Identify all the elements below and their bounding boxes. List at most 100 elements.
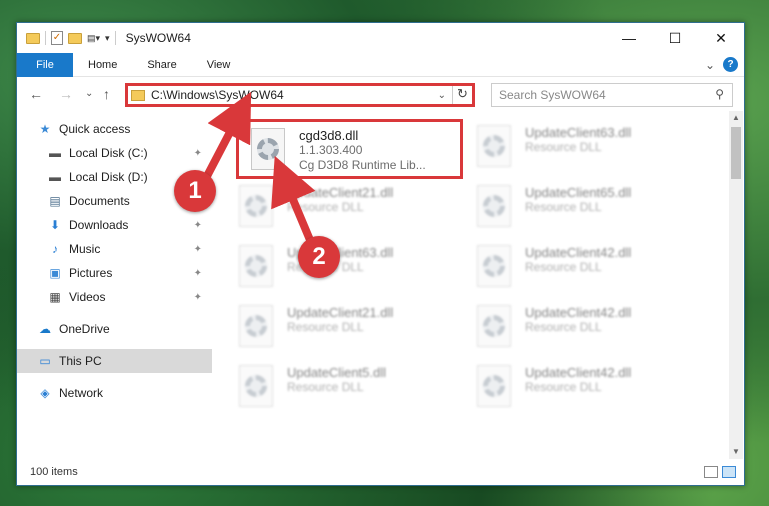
dll-file-icon [473, 365, 517, 409]
sidebar-item[interactable]: ★ Quick access [17, 117, 212, 141]
scroll-down-icon[interactable]: ▼ [729, 445, 743, 459]
ribbon-collapse-icon[interactable]: ⌄ [705, 58, 715, 72]
ribbon-tabs: File Home Share View ⌄ ? [17, 52, 744, 77]
vertical-scrollbar[interactable]: ▲ ▼ [729, 111, 743, 459]
pin-icon[interactable]: ✦ [194, 220, 202, 231]
new-folder-icon[interactable] [68, 32, 82, 44]
sidebar-item-label: This PC [59, 354, 102, 368]
file-detail: Resource DLL [525, 140, 602, 154]
tab-view[interactable]: View [192, 53, 246, 77]
scroll-thumb[interactable] [731, 127, 741, 179]
file-detail: Resource DLL [525, 320, 602, 334]
details-view-icon[interactable] [704, 466, 718, 478]
folder-icon [131, 89, 145, 101]
separator [114, 31, 116, 45]
sidebar-item-label: Local Disk (C:) [69, 146, 148, 160]
properties-icon[interactable]: ✓ [51, 31, 63, 45]
title-bar: ✓ ▤▾ ▾ SysWOW64 — ☐ ✕ [17, 23, 744, 53]
file-item[interactable]: UpdateClient5.dll Resource DLL [227, 359, 452, 415]
sidebar-item-label: Documents [69, 194, 130, 208]
video-icon: ▦ [49, 290, 61, 304]
status-bar: 100 items [17, 459, 744, 485]
pin-icon[interactable]: ✦ [194, 292, 202, 303]
search-icon[interactable]: ⚲ [715, 87, 724, 101]
back-button[interactable]: ← [29, 86, 43, 102]
tab-share[interactable]: Share [132, 53, 191, 77]
download-icon: ⬇ [49, 218, 61, 232]
recent-locations-button[interactable]: ⌄ [85, 88, 93, 99]
navigation-bar: ← → ⌄ ↑ C:\Windows\SysWOW64 ⌄ ↻ Search S… [17, 81, 744, 109]
file-name: UpdateClient21.dll [287, 185, 394, 200]
file-name: UpdateClient21.dll [287, 305, 394, 320]
sidebar-item-label: Pictures [69, 266, 113, 280]
network-icon: ◈ [40, 386, 50, 400]
file-item[interactable]: UpdateClient21.dll Resource DLL [227, 299, 452, 355]
cloud-icon: ☁ [39, 322, 51, 336]
file-name: UpdateClient42.dll [525, 365, 632, 380]
file-item[interactable]: UpdateClient65.dll Resource DLL [465, 179, 690, 235]
quick-access-toolbar: ✓ ▤▾ ▾ [17, 31, 116, 45]
close-button[interactable]: ✕ [698, 23, 744, 53]
sidebar-item[interactable]: ▦ Videos ✦ [17, 285, 212, 309]
file-name: UpdateClient65.dll [525, 185, 632, 200]
sidebar-item-label: Downloads [69, 218, 129, 232]
tab-file[interactable]: File [17, 52, 73, 77]
pin-icon[interactable]: ✦ [194, 244, 202, 255]
address-bar[interactable]: C:\Windows\SysWOW64 ⌄ ↻ [125, 83, 475, 107]
sidebar-item-label: OneDrive [59, 322, 110, 336]
file-item[interactable]: UpdateClient42.dll Resource DLL [465, 239, 690, 295]
address-path[interactable]: C:\Windows\SysWOW64 [151, 88, 438, 102]
help-icon[interactable]: ? [723, 57, 738, 72]
sidebar-item-label: Local Disk (D:) [69, 170, 148, 184]
file-name: cgd3d8.dll [299, 128, 359, 143]
highlighted-file[interactable]: cgd3d8.dll 1.1.303.400 Cg D3D8 Runtime Lib… [236, 119, 463, 179]
file-name: UpdateClient63.dll [525, 125, 632, 140]
file-item[interactable]: cgd3d8.dll 1.1.303.400 Cg D3D8 Runtime Lib… [239, 122, 464, 178]
up-button[interactable]: ↑ [103, 86, 110, 102]
file-item[interactable]: UpdateClient63.dllResource DLL [227, 239, 452, 295]
sidebar-item[interactable]: ♪ Music ✦ [17, 237, 212, 261]
explorer-window: ✓ ▤▾ ▾ SysWOW64 — ☐ ✕ File Home Share Vi… [16, 22, 745, 486]
step-badge-2: 2 [298, 236, 340, 278]
dll-file-icon [473, 125, 517, 169]
customize-toolbar-icon[interactable]: ▤▾ [87, 33, 100, 44]
sidebar-item[interactable]: ▬ Local Disk (C:) ✦ [17, 141, 212, 165]
folder-icon[interactable] [26, 32, 40, 44]
toolbar-dropdown-icon[interactable]: ▾ [105, 33, 110, 44]
file-detail: 1.1.303.400 [299, 143, 363, 157]
sidebar-item[interactable]: ☁ OneDrive [17, 317, 212, 341]
drive-icon: ▬ [49, 170, 61, 184]
pin-icon[interactable]: ✦ [194, 268, 202, 279]
file-item[interactable]: UpdateClient42.dll Resource DLL [465, 359, 690, 415]
sidebar-item[interactable]: ◈ Network [17, 381, 212, 405]
file-item[interactable]: UpdateClient63.dllResource DLL [465, 119, 690, 175]
computer-icon: ▭ [39, 354, 51, 368]
file-item[interactable]: UpdateClient21.dll Resource DLL [227, 179, 452, 235]
star-icon: ★ [39, 122, 51, 136]
forward-button[interactable]: → [59, 86, 73, 102]
dll-file-icon [235, 305, 279, 349]
file-item[interactable]: UpdateClient42.dll Resource DLL [465, 299, 690, 355]
file-detail: Resource DLL [287, 200, 364, 214]
file-detail: Resource DLL [525, 200, 602, 214]
pin-icon[interactable]: ✦ [194, 148, 202, 159]
large-icons-view-icon[interactable] [722, 466, 736, 478]
dll-file-icon [473, 305, 517, 349]
sidebar-item[interactable]: ⬇ Downloads ✦ [17, 213, 212, 237]
drive-icon: ▬ [49, 146, 61, 160]
tab-home[interactable]: Home [73, 53, 132, 77]
step-badge-1: 1 [174, 170, 216, 212]
address-dropdown-icon[interactable]: ⌄ [438, 90, 446, 101]
sidebar-item[interactable]: ▭ This PC [17, 349, 212, 373]
file-description: Cg D3D8 Runtime Lib... [299, 158, 426, 172]
scroll-up-icon[interactable]: ▲ [729, 111, 743, 125]
window-controls: — ☐ ✕ [606, 23, 744, 53]
refresh-button[interactable]: ↻ [452, 86, 472, 104]
maximize-button[interactable]: ☐ [652, 23, 698, 53]
minimize-button[interactable]: — [606, 23, 652, 53]
search-input[interactable]: Search SysWOW64 ⚲ [491, 83, 733, 107]
dll-file-icon [235, 365, 279, 409]
separator [45, 31, 46, 45]
sidebar-item[interactable]: ▣ Pictures ✦ [17, 261, 212, 285]
file-detail: Resource DLL [287, 380, 364, 394]
